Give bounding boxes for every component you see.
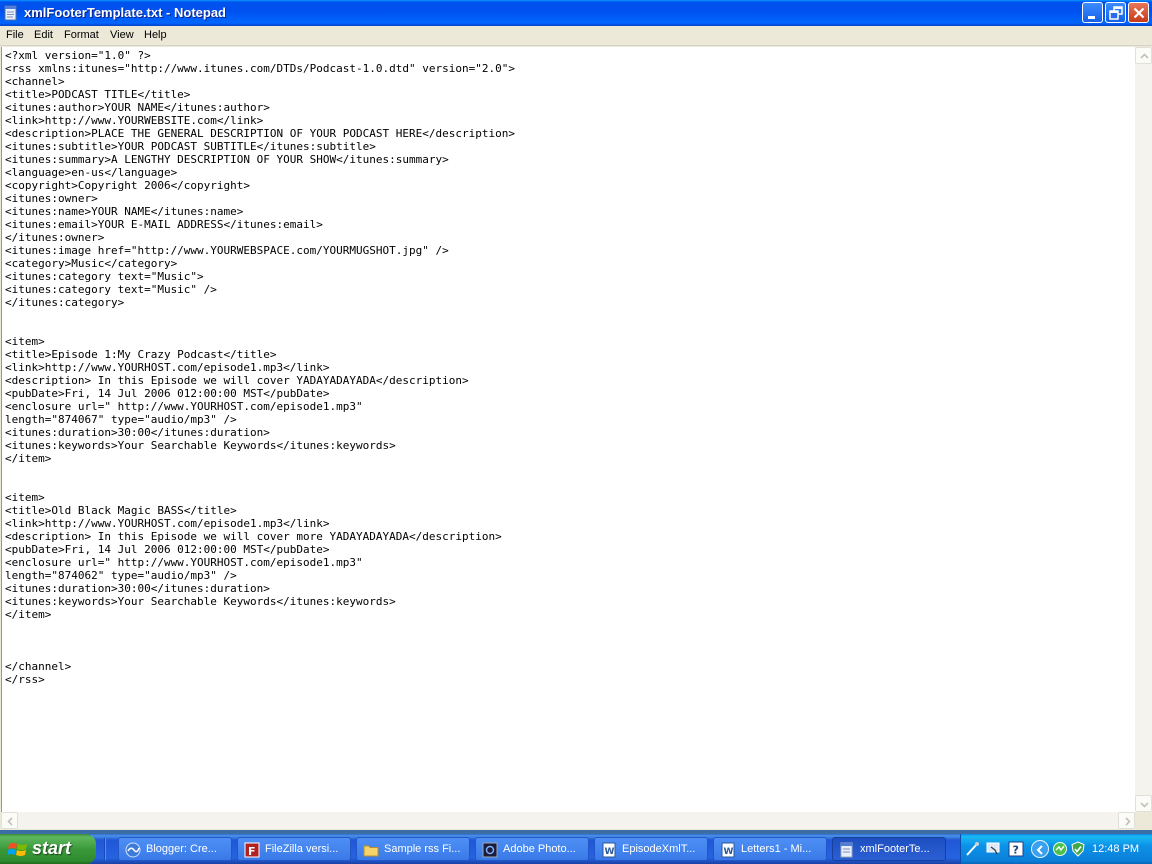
display-settings-icon[interactable] (986, 841, 1002, 857)
taskbar-item-label: Letters1 - Mi... (741, 843, 812, 855)
vertical-scrollbar[interactable] (1135, 47, 1152, 812)
taskbar-item-label: Adobe Photo... (503, 843, 576, 855)
filezilla-icon: F (244, 842, 260, 858)
scroll-up-button[interactable] (1135, 47, 1152, 64)
svg-text:?: ? (1013, 844, 1019, 857)
taskbar-item-label: FileZilla versi... (265, 843, 339, 855)
start-label: start (32, 838, 72, 858)
taskbar-item-label: EpisodeXmlT... (622, 843, 696, 855)
close-icon (1133, 7, 1145, 19)
clock[interactable]: 12:48 PM (1092, 843, 1139, 855)
chevron-left-icon (1036, 845, 1043, 855)
show-hidden-icons-button[interactable] (1031, 840, 1049, 858)
text-editor[interactable]: <?xml version="1.0" ?> <rss xmlns:itunes… (1, 47, 1135, 812)
minimize-icon (1088, 16, 1095, 19)
taskbar-item-xmlfooter[interactable]: xmlFooterTe... (832, 837, 946, 861)
scroll-down-button[interactable] (1135, 795, 1152, 812)
taskbar: start Blogger: Cre... F FileZilla versi.… (0, 834, 1152, 864)
svg-text:W: W (724, 847, 734, 857)
editor-content[interactable]: <?xml version="1.0" ?> <rss xmlns:itunes… (5, 49, 515, 686)
svg-text:F: F (248, 845, 256, 858)
photoshop-icon (482, 842, 498, 858)
folder-icon (363, 845, 379, 857)
help-icon[interactable]: ? (1008, 841, 1024, 857)
taskbar-item-label: Blogger: Cre... (146, 843, 217, 855)
taskbar-item-sample-rss[interactable]: Sample rss Fi... (356, 837, 470, 861)
menu-view[interactable]: View (108, 28, 136, 42)
notepad-icon (4, 5, 17, 21)
minimize-button[interactable] (1082, 2, 1103, 23)
taskbar-item-label: Sample rss Fi... (384, 843, 461, 855)
pen-tool-icon[interactable] (964, 841, 980, 857)
notepad-icon (840, 842, 853, 858)
taskbar-item-filezilla[interactable]: F FileZilla versi... (237, 837, 351, 861)
restore-button[interactable] (1105, 2, 1126, 23)
word-icon: W (721, 842, 735, 858)
arrow-left-icon (7, 817, 13, 826)
start-button[interactable]: start (0, 834, 96, 864)
scroll-left-button[interactable] (1, 812, 18, 829)
title-bar[interactable]: xmlFooterTemplate.txt - Notepad (0, 0, 1152, 26)
window-title: xmlFooterTemplate.txt - Notepad (24, 5, 227, 20)
browser-icon (125, 842, 141, 858)
network-icon[interactable] (1052, 841, 1068, 857)
menu-file[interactable]: File (4, 28, 26, 42)
svg-text:W: W (605, 847, 615, 857)
windows-logo-icon (8, 843, 27, 856)
menu-help[interactable]: Help (142, 28, 169, 42)
scroll-right-button[interactable] (1118, 812, 1135, 829)
menu-edit[interactable]: Edit (32, 28, 55, 42)
taskbar-item-blogger[interactable]: Blogger: Cre... (118, 837, 232, 861)
taskbar-item-letters1[interactable]: W Letters1 - Mi... (713, 837, 827, 861)
arrow-down-icon (1140, 802, 1149, 808)
arrow-right-icon (1125, 817, 1131, 826)
taskbar-separator (104, 838, 106, 860)
horizontal-scrollbar[interactable] (1, 812, 1135, 829)
taskbar-item-label: xmlFooterTe... (860, 843, 930, 855)
arrow-up-icon (1140, 53, 1149, 59)
menu-bar: File Edit Format View Help (0, 26, 1152, 46)
menu-format[interactable]: Format (62, 28, 101, 42)
word-icon: W (602, 842, 616, 858)
close-button[interactable] (1128, 2, 1149, 23)
taskbar-item-episode-xml[interactable]: W EpisodeXmlT... (594, 837, 708, 861)
notepad-window: xmlFooterTemplate.txt - Notepad File Edi… (0, 0, 1152, 830)
scrollbar-corner (1135, 812, 1152, 829)
taskbar-item-photoshop[interactable]: Adobe Photo... (475, 837, 589, 861)
restore-icon (1109, 6, 1123, 20)
security-shield-icon[interactable] (1070, 841, 1086, 857)
